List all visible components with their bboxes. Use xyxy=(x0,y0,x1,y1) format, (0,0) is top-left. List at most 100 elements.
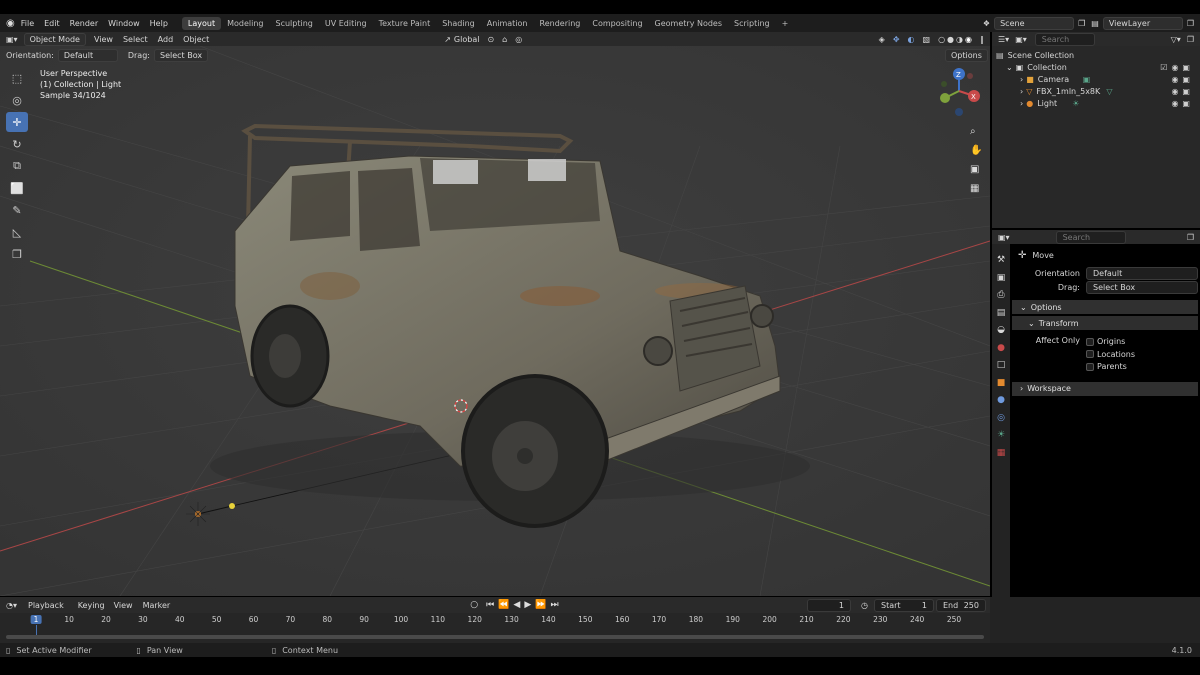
properties-search-input[interactable]: Search xyxy=(1055,230,1126,244)
shading-solid-icon[interactable]: ● xyxy=(947,35,954,44)
mesh-visibility-icons[interactable]: ◉▣ xyxy=(1171,87,1194,96)
viewlayer-icon[interactable]: ▤ xyxy=(1091,19,1099,28)
tab-animation[interactable]: Animation xyxy=(481,17,534,30)
jump-start-icon[interactable]: ⏮ xyxy=(486,600,494,610)
add-cube-tool-icon[interactable]: ❐ xyxy=(6,244,28,264)
tab-texture-paint[interactable]: Texture Paint xyxy=(373,17,437,30)
menu-file[interactable]: File xyxy=(21,19,34,28)
object-tab-icon[interactable]: ■ xyxy=(992,375,1010,393)
menu-add[interactable]: Add xyxy=(158,35,174,44)
rotate-tool-icon[interactable]: ↻ xyxy=(6,134,28,154)
world-tab-icon[interactable]: ● xyxy=(992,340,1010,358)
collapse-arrow-icon[interactable]: › xyxy=(1020,99,1023,108)
tab-sculpting[interactable]: Sculpting xyxy=(270,17,319,30)
collection-tab-icon[interactable]: □ xyxy=(992,357,1010,375)
options-panel-header[interactable]: ⌄ Options xyxy=(1012,300,1198,314)
end-frame-input[interactable]: End 250 xyxy=(936,598,986,612)
view-layer-tab-icon[interactable]: ▤ xyxy=(992,305,1010,323)
proportional-edit-icon[interactable]: ◎ xyxy=(515,35,522,44)
modifier-tab-icon[interactable]: ● xyxy=(992,392,1010,410)
scene-icon[interactable]: ❖ xyxy=(983,19,990,28)
measure-tool-icon[interactable]: ◺ xyxy=(6,222,28,242)
marker-menu[interactable]: Marker xyxy=(143,601,171,610)
physics-tab-icon[interactable]: ◎ xyxy=(992,410,1010,428)
snap-icon[interactable]: ⌂ xyxy=(502,35,507,44)
new-collection-icon[interactable]: ❐ xyxy=(1187,35,1194,44)
origins-checkbox[interactable]: Origins xyxy=(1086,336,1135,349)
camera-visibility-icons[interactable]: ◉▣ xyxy=(1171,75,1194,84)
clock-icon[interactable]: ◷ xyxy=(861,601,868,610)
locations-checkbox[interactable]: Locations xyxy=(1086,349,1135,362)
shading-rendered-icon[interactable]: ◉ xyxy=(965,35,972,44)
transform-orientation-icon[interactable]: ↗ xyxy=(444,35,451,44)
mode-selector[interactable]: Object Mode xyxy=(23,32,86,46)
output-tab-icon[interactable]: ⎙ xyxy=(992,287,1010,305)
tab-compositing[interactable]: Compositing xyxy=(586,17,648,30)
tab-uv-editing[interactable]: UV Editing xyxy=(319,17,373,30)
menu-object[interactable]: Object xyxy=(183,35,209,44)
drag-dropdown[interactable]: Select Box xyxy=(153,49,209,62)
tab-layout[interactable]: Layout xyxy=(181,16,222,30)
tab-shading[interactable]: Shading xyxy=(436,17,481,30)
playback-menu[interactable]: Playback xyxy=(23,600,69,611)
light-data-icon[interactable]: ☀ xyxy=(1072,99,1079,108)
light-target-handle[interactable] xyxy=(229,503,235,509)
menu-edit[interactable]: Edit xyxy=(44,19,60,28)
timeline-scrollbar[interactable] xyxy=(6,635,984,639)
outliner-display-mode-icon[interactable]: ▣▾ xyxy=(1015,35,1027,44)
outliner-row-collection[interactable]: ⌄ ▣ Collection ☑◉▣ xyxy=(992,61,1200,73)
pin-icon[interactable]: ❐ xyxy=(1187,233,1194,242)
camera-data-icon[interactable]: ▣ xyxy=(1083,75,1091,84)
timeline-editor-icon[interactable]: ◔▾ xyxy=(6,601,17,610)
filter-icon[interactable]: ▽▾ xyxy=(1171,35,1181,44)
scale-tool-icon[interactable]: ⧉ xyxy=(6,156,28,176)
new-viewlayer-icon[interactable]: ❐ xyxy=(1187,19,1194,28)
tab-rendering[interactable]: Rendering xyxy=(534,17,587,30)
scene-selector[interactable]: Scene xyxy=(994,16,1075,30)
visibility-icon[interactable]: ◈ xyxy=(879,35,885,44)
expand-arrow-icon[interactable]: ⌄ xyxy=(1006,63,1013,72)
pivot-icon[interactable]: ⊙ xyxy=(487,35,494,44)
xray-icon[interactable]: ▧ xyxy=(923,35,931,44)
menu-help[interactable]: Help xyxy=(150,19,168,28)
scene-tab-icon[interactable]: ◒ xyxy=(992,322,1010,340)
menu-select[interactable]: Select xyxy=(123,35,148,44)
outliner-row-scene-collection[interactable]: ▤ Scene Collection xyxy=(992,49,1200,61)
outliner-search-input[interactable]: Search xyxy=(1034,32,1095,46)
pan-hand-icon[interactable]: ✋ xyxy=(970,141,982,160)
orientation-dropdown[interactable]: Default xyxy=(1086,266,1198,280)
texture-tab-icon[interactable]: ▦ xyxy=(992,445,1010,463)
current-frame-marker[interactable]: 1 xyxy=(30,615,42,624)
shading-material-icon[interactable]: ◑ xyxy=(956,35,963,44)
transform-tool-icon[interactable]: ⬜ xyxy=(6,178,28,198)
cursor-tool-icon[interactable]: ◎ xyxy=(6,90,28,110)
collapse-arrow-icon[interactable]: › xyxy=(1020,75,1023,84)
shading-wireframe-icon[interactable]: ○ xyxy=(938,35,945,44)
render-tab-icon[interactable]: ▣ xyxy=(992,270,1010,288)
move-tool-icon[interactable]: ✛ xyxy=(6,112,28,132)
next-keyframe-icon[interactable]: ⏩ xyxy=(535,600,546,610)
play-reverse-icon[interactable]: ◀ xyxy=(513,600,520,610)
drag-dropdown[interactable]: Select Box xyxy=(1086,280,1198,294)
overlay-icon[interactable]: ◐ xyxy=(908,35,915,44)
light-visibility-icons[interactable]: ◉▣ xyxy=(1171,99,1194,108)
pause-render-icon[interactable]: ‖ xyxy=(980,35,984,44)
new-scene-icon[interactable]: ❐ xyxy=(1078,19,1085,28)
tab-modeling[interactable]: Modeling xyxy=(221,17,269,30)
properties-editor-icon[interactable]: ▣▾ xyxy=(998,233,1010,242)
menu-view[interactable]: View xyxy=(94,35,113,44)
jump-end-icon[interactable]: ⏭ xyxy=(550,600,558,610)
blender-logo-icon[interactable]: ◉ xyxy=(6,18,15,29)
outliner-row-camera[interactable]: › ■ Camera ▣ ◉▣ xyxy=(992,73,1200,85)
workspace-panel-header[interactable]: › Workspace xyxy=(1012,381,1198,396)
outliner-row-light[interactable]: › ● Light ☀ ◉▣ xyxy=(992,97,1200,109)
gizmo-icon[interactable]: ✥ xyxy=(893,35,900,44)
menu-render[interactable]: Render xyxy=(70,19,98,28)
menu-window[interactable]: Window xyxy=(108,19,140,28)
prev-keyframe-icon[interactable]: ⏪ xyxy=(498,600,509,610)
transform-orientation-selector[interactable]: Global xyxy=(454,35,480,44)
auto-keying-icon[interactable]: ○ xyxy=(470,600,478,610)
play-icon[interactable]: ▶ xyxy=(524,600,531,610)
tool-tab-icon[interactable]: ⚒ xyxy=(992,252,1010,270)
zoom-icon[interactable]: ⌕ xyxy=(970,122,982,141)
